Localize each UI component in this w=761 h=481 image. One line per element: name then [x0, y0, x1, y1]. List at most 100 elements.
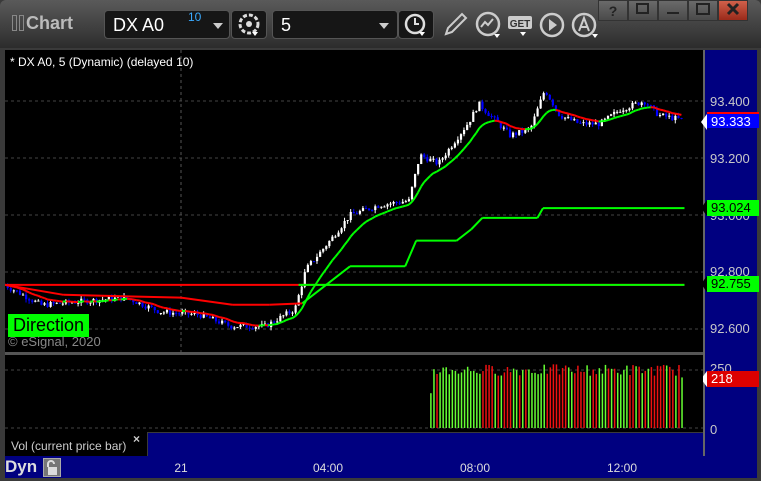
- candle: [217, 321, 221, 324]
- candle: [159, 313, 162, 315]
- chevron-down-icon[interactable]: [213, 23, 223, 29]
- moving-average-segment: [616, 115, 621, 119]
- volume-legend: Vol (current price bar): [5, 432, 147, 456]
- volume-last-tag: 218: [701, 371, 759, 387]
- candle: [178, 313, 181, 315]
- moving-average-segment: [148, 302, 152, 305]
- price-chart[interactable]: [3, 50, 703, 352]
- drag-grip-icon[interactable]: [12, 15, 17, 31]
- moving-average-segment: [442, 165, 447, 170]
- time-axis[interactable]: 21 04:00 08:00 12:00: [5, 456, 757, 478]
- candle: [153, 306, 156, 311]
- candle: [591, 122, 594, 125]
- moving-average-segment: [368, 217, 373, 221]
- price-chart-canvas[interactable]: [3, 50, 703, 352]
- symbol-input[interactable]: DX A0: [104, 10, 230, 39]
- moving-average-segment: [466, 140, 471, 146]
- moving-average-segment: [380, 211, 385, 215]
- candle: [377, 206, 380, 208]
- candle: [658, 115, 662, 117]
- moving-average-segment: [512, 126, 517, 130]
- moving-average-segment: [31, 292, 36, 296]
- candle: [319, 251, 322, 257]
- candle: [521, 130, 524, 133]
- moving-average-segment: [246, 322, 250, 326]
- candle: [606, 115, 610, 119]
- restore-menu-button[interactable]: [628, 0, 658, 21]
- moving-average-segment: [576, 115, 581, 119]
- moving-average-segment: [243, 322, 247, 325]
- lock-button[interactable]: [43, 458, 61, 477]
- moving-average-segment: [362, 220, 367, 225]
- moving-average-segment: [334, 252, 340, 258]
- chevron-down-icon[interactable]: [379, 23, 389, 29]
- candle: [542, 93, 545, 100]
- minimize-button[interactable]: [658, 0, 688, 21]
- price-axis[interactable]: 93.400 93.200 93.000 92.800 92.600 93.33…: [701, 50, 759, 456]
- candle: [481, 101, 484, 110]
- candle: [417, 163, 420, 174]
- moving-average-segment: [224, 317, 229, 321]
- moving-average-segment: [460, 148, 465, 153]
- studies-button[interactable]: [474, 10, 504, 40]
- gear-icon: [238, 13, 260, 36]
- play-button[interactable]: [538, 10, 568, 40]
- volume-label: 0: [710, 422, 718, 437]
- settings-button[interactable]: [231, 10, 267, 39]
- candle: [221, 320, 224, 324]
- moving-average-segment: [546, 109, 551, 114]
- candle: [401, 201, 404, 204]
- candle: [322, 248, 325, 252]
- candle: [619, 111, 622, 113]
- candle: [404, 201, 407, 203]
- moving-average-segment: [234, 320, 238, 324]
- moving-average-segment: [25, 290, 30, 294]
- candle: [628, 108, 631, 111]
- help-button[interactable]: ?: [598, 0, 628, 21]
- volume-pane[interactable]: [5, 355, 703, 432]
- candle: [25, 294, 28, 300]
- dynamic-mode-button[interactable]: Dyn: [5, 457, 37, 477]
- alert-button[interactable]: [570, 10, 600, 40]
- drag-grip-icon[interactable]: [19, 15, 24, 31]
- trail-line-segment: [327, 265, 351, 285]
- candle: [597, 122, 600, 127]
- candle: [493, 116, 496, 118]
- price-label: 93.400: [710, 94, 750, 109]
- moving-average-segment: [50, 298, 54, 302]
- draw-button[interactable]: [440, 10, 470, 40]
- candle: [640, 102, 643, 106]
- maximize-button[interactable]: [688, 0, 718, 21]
- moving-average-segment: [249, 323, 253, 327]
- volume-chart-canvas: [5, 364, 703, 429]
- time-template-button[interactable]: [398, 10, 434, 39]
- moving-average-segment: [267, 323, 272, 327]
- moving-average-segment: [536, 119, 542, 125]
- moving-average-segment: [356, 226, 361, 231]
- candle: [410, 186, 414, 200]
- candle: [475, 111, 478, 113]
- moving-average-segment: [457, 151, 462, 157]
- moving-average-segment: [319, 272, 324, 279]
- moving-average-segment: [328, 259, 334, 266]
- candle: [285, 311, 288, 316]
- close-button[interactable]: [718, 0, 748, 21]
- moving-average-segment: [114, 298, 119, 301]
- get-data-button[interactable]: GET: [506, 10, 536, 40]
- moving-average-segment: [423, 178, 428, 183]
- candle: [438, 159, 441, 165]
- candle: [141, 302, 144, 307]
- interval-input[interactable]: 5: [272, 10, 398, 39]
- moving-average-segment: [151, 302, 155, 306]
- close-study-icon[interactable]: ×: [133, 432, 140, 446]
- trail-line-segment: [536, 207, 544, 219]
- candle: [609, 114, 613, 116]
- candle: [162, 312, 166, 314]
- moving-average-segment: [607, 118, 612, 122]
- candle: [325, 246, 328, 249]
- moving-average-segment: [448, 160, 453, 165]
- moving-average-segment: [509, 124, 514, 128]
- moving-average-segment: [227, 318, 232, 322]
- moving-average-segment: [653, 106, 658, 110]
- moving-average-segment: [105, 299, 109, 302]
